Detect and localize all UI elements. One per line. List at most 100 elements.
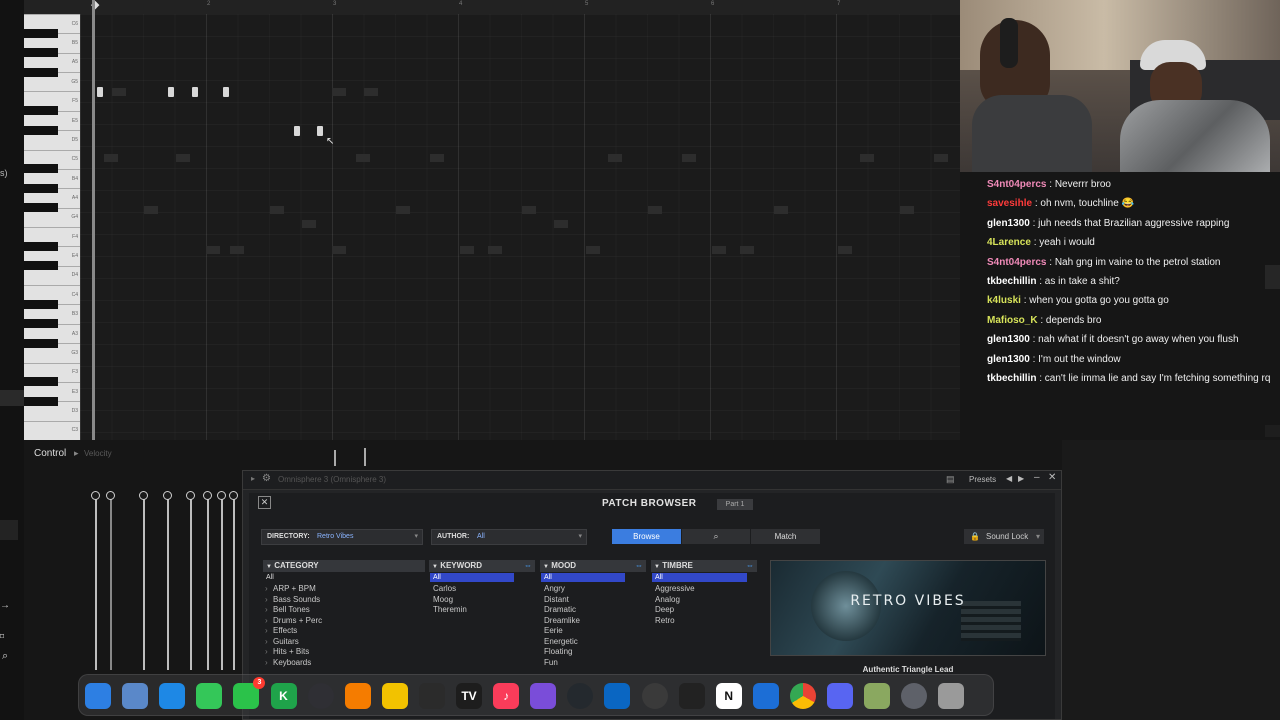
plugin-titlebar[interactable]: ▸ ⚙ Omnisphere 3 (Omnisphere 3) ▤ Preset…: [243, 471, 1061, 490]
author-dropdown[interactable]: AUTHOR: All ▾: [431, 529, 587, 545]
black-key[interactable]: [24, 241, 58, 251]
browse-tab[interactable]: Browse: [612, 529, 681, 544]
timbre-item[interactable]: Deep: [655, 605, 674, 615]
expand-arrow-icon[interactable]: ›: [265, 616, 268, 626]
panel-tab[interactable]: [0, 390, 24, 406]
note[interactable]: [223, 87, 229, 97]
black-key[interactable]: [24, 48, 58, 58]
safari-icon[interactable]: [159, 683, 186, 709]
mood-item[interactable]: Distant: [544, 595, 569, 605]
note[interactable]: [294, 126, 300, 136]
link-icon[interactable]: ⇔: [746, 560, 754, 572]
control-label[interactable]: Control: [34, 448, 66, 459]
link-icon[interactable]: ⇔: [524, 560, 532, 572]
piano-roll[interactable]: 2 3 4 5 6 7 ◆ ↖: [0, 0, 960, 440]
panel-tab[interactable]: [0, 520, 18, 540]
category-item[interactable]: › Keyboards: [265, 658, 311, 668]
note[interactable]: [192, 87, 198, 97]
search-icon[interactable]: ⌕: [682, 529, 750, 544]
scrollbar[interactable]: [1265, 265, 1280, 289]
mood-item[interactable]: Eerie: [544, 626, 563, 636]
keyword-all[interactable]: All: [430, 573, 514, 582]
timbre-header[interactable]: ▼ TIMBRE ⇔: [651, 560, 757, 572]
mood-item[interactable]: Floating: [544, 647, 572, 657]
category-item[interactable]: › Bass Sounds: [265, 595, 320, 605]
velocity-lane[interactable]: Control ▸ Velocity: [24, 440, 366, 670]
arrow-icon[interactable]: →: [0, 600, 10, 611]
notes-icon[interactable]: [381, 683, 408, 709]
match-tab[interactable]: Match: [751, 529, 820, 544]
close-window-icon[interactable]: ✕: [1048, 472, 1056, 483]
black-key[interactable]: [24, 203, 58, 213]
collapse-arrow-icon[interactable]: ▸: [251, 474, 255, 483]
black-key[interactable]: [24, 319, 58, 329]
expand-arrow-icon[interactable]: ›: [265, 637, 268, 647]
trash-icon[interactable]: [938, 683, 965, 709]
directory-dropdown[interactable]: DIRECTORY: Retro Vibes ▾: [261, 529, 423, 545]
library-artwork[interactable]: RETRO VIBES: [770, 560, 1046, 656]
prev-preset-icon[interactable]: ◀: [1006, 474, 1012, 483]
discord-icon[interactable]: [827, 683, 853, 709]
category-all[interactable]: All: [263, 573, 425, 582]
davinci-resolve-icon[interactable]: [530, 683, 557, 709]
keyword-item[interactable]: Theremin: [433, 605, 467, 615]
expand-arrow-icon[interactable]: ›: [265, 595, 268, 605]
expand-arrow-icon[interactable]: ›: [265, 658, 268, 668]
black-key[interactable]: [24, 396, 58, 406]
note[interactable]: [168, 87, 174, 97]
black-key[interactable]: [24, 67, 58, 77]
virtualbox-icon[interactable]: [752, 683, 779, 709]
chatgpt-icon[interactable]: [641, 683, 668, 709]
next-preset-icon[interactable]: ▶: [1018, 474, 1024, 483]
mood-item[interactable]: Dreamlike: [544, 616, 580, 626]
black-key[interactable]: [24, 183, 58, 193]
gear-icon[interactable]: ⚙: [262, 473, 271, 484]
keyword-header[interactable]: ▼ KEYWORD ⇔: [429, 560, 535, 572]
mood-all[interactable]: All: [541, 573, 625, 582]
part-selector[interactable]: Part 1: [717, 499, 753, 510]
mood-item[interactable]: Dramatic: [544, 605, 576, 615]
github-icon[interactable]: [567, 683, 594, 709]
playhead[interactable]: [92, 0, 95, 440]
black-key[interactable]: [24, 125, 58, 135]
sound-lock-button[interactable]: 🔒 Sound Lock ▾: [964, 529, 1044, 544]
timbre-item[interactable]: Analog: [655, 595, 680, 605]
files-icon[interactable]: [122, 683, 149, 709]
presets-button[interactable]: Presets: [969, 475, 996, 484]
category-item[interactable]: › ARP + BPM: [265, 584, 316, 594]
category-item[interactable]: › Effects: [265, 626, 297, 636]
minimize-icon[interactable]: –: [1034, 472, 1040, 483]
expand-arrow-icon[interactable]: ›: [265, 584, 268, 594]
black-key[interactable]: [24, 377, 58, 387]
black-key[interactable]: [24, 299, 58, 309]
piano-keyboard[interactable]: C6 B5 A5 G5 F5 E5 D5 C5 B4 A4 G4 F4 E4 D4 C4 B3 A3 G3 F3 E3…: [24, 14, 80, 440]
obs-icon[interactable]: [307, 683, 334, 709]
category-item[interactable]: › Hits + Bits: [265, 647, 309, 657]
note-grid[interactable]: ↖: [80, 14, 960, 440]
note[interactable]: [97, 87, 103, 97]
black-key[interactable]: [24, 261, 58, 271]
keyword-item[interactable]: Carlos: [433, 584, 456, 594]
notion-icon[interactable]: N: [715, 683, 742, 709]
timbre-all[interactable]: All: [652, 573, 747, 582]
note[interactable]: [317, 126, 323, 136]
capcut-icon[interactable]: [678, 683, 705, 709]
expand-arrow-icon[interactable]: ›: [265, 605, 268, 615]
category-item[interactable]: › Drums + Perc: [265, 616, 322, 626]
timbre-item[interactable]: Aggressive: [655, 584, 695, 594]
dropdown-arrow-icon[interactable]: ▸: [74, 448, 79, 459]
black-key[interactable]: [24, 164, 58, 174]
zoom-icon[interactable]: ⌕: [2, 650, 8, 663]
chrome-icon[interactable]: [789, 683, 816, 709]
black-key[interactable]: [24, 28, 58, 38]
timbre-item[interactable]: Retro: [655, 616, 675, 626]
close-browser-icon[interactable]: ✕: [258, 496, 271, 509]
link-icon[interactable]: ⇔: [635, 560, 643, 572]
keychain-icon[interactable]: [864, 683, 891, 709]
expand-arrow-icon[interactable]: ›: [265, 647, 268, 657]
category-item[interactable]: › Bell Tones: [265, 605, 310, 615]
menu-icon[interactable]: ▤: [946, 474, 955, 485]
tradingview-icon[interactable]: TV: [456, 683, 482, 709]
kontakt-icon[interactable]: K: [270, 683, 297, 709]
black-key[interactable]: [24, 338, 58, 348]
